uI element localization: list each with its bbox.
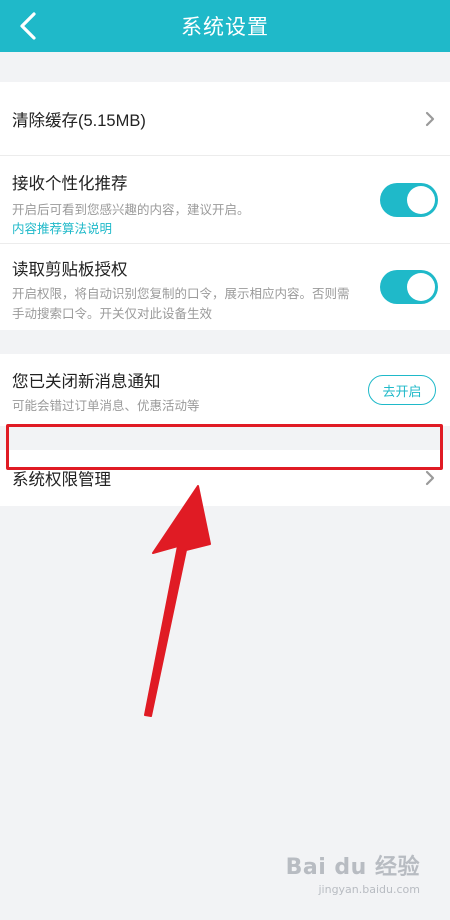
red-arrow-annotation	[144, 485, 211, 717]
watermark-logo: Bai du 经验	[285, 855, 420, 880]
watermark: Bai du 经验 jingyan.baidu.com	[286, 849, 420, 896]
watermark-url: jingyan.baidu.com	[318, 883, 420, 896]
